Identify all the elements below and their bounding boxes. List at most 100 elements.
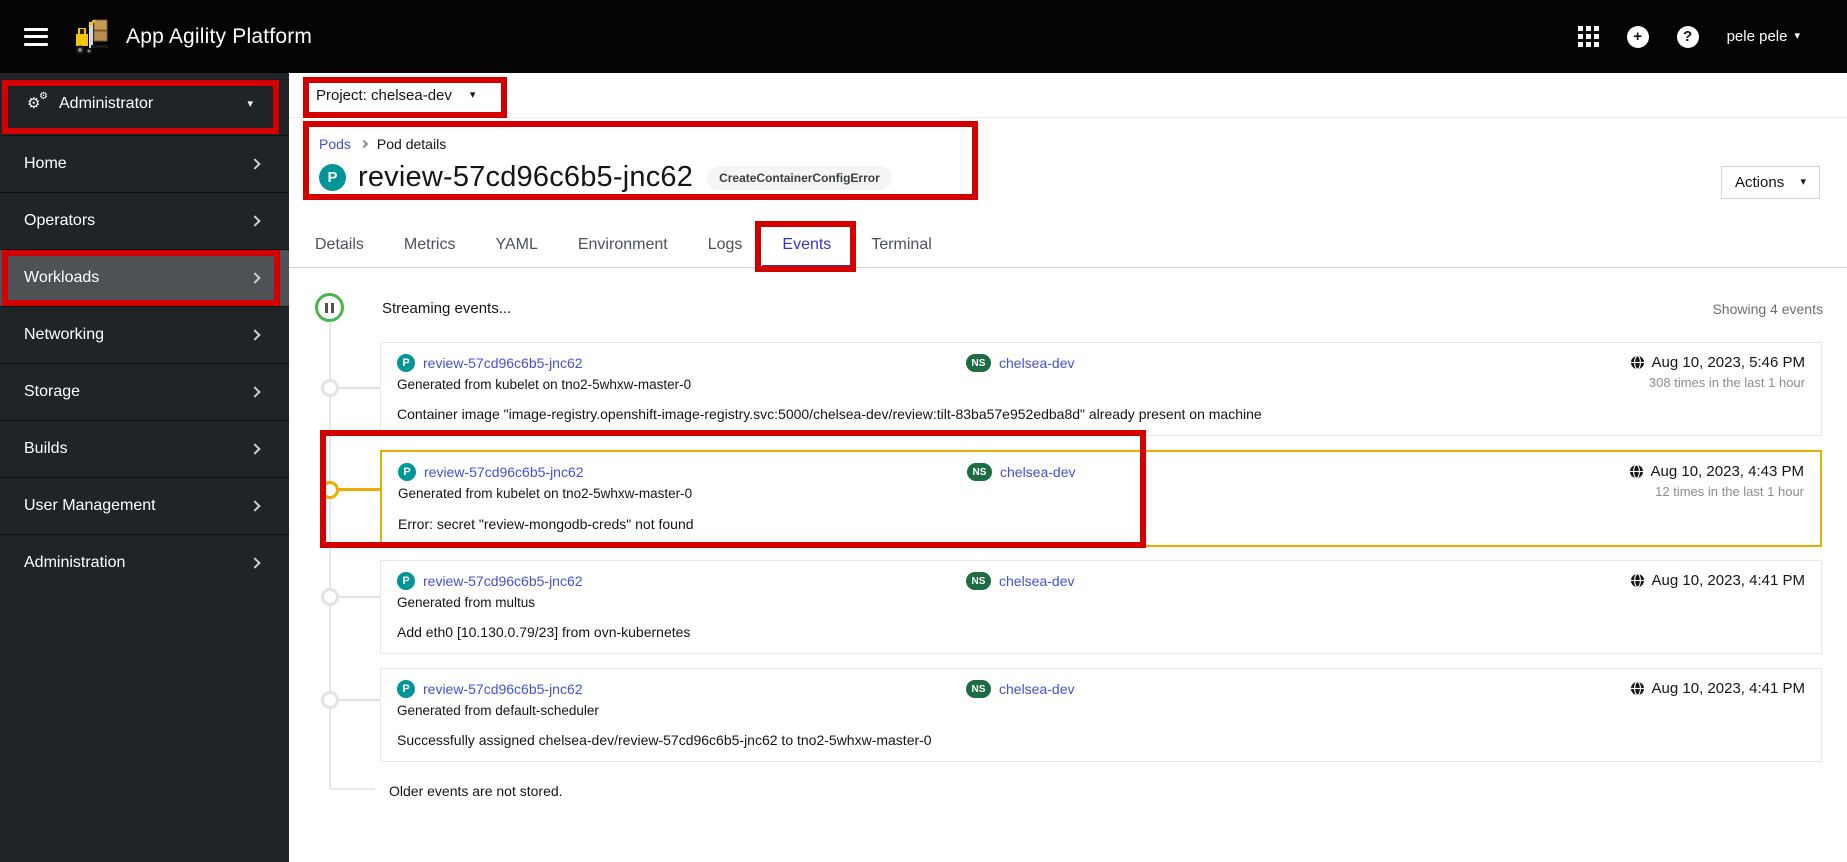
chevron-right-icon — [249, 557, 261, 569]
user-menu[interactable]: pele pele ▾ — [1727, 28, 1800, 45]
event-source: Generated from default-scheduler — [397, 703, 599, 718]
event-source: Generated from multus — [397, 595, 536, 610]
sidebar-item-label: Workloads — [24, 269, 100, 286]
app-window: App Agility Platform + ? pele pele ▾ ⚙ ⚙ … — [0, 0, 1847, 862]
caret-down-icon: ▾ — [247, 97, 253, 110]
event-row: P review-57cd96c6b5-jnc62 Generated from… — [380, 342, 1822, 436]
sidebar-item-home[interactable]: Home — [0, 135, 289, 192]
sidebar-item-builds[interactable]: Builds — [0, 420, 289, 477]
sidebar-item-user-management[interactable]: User Management — [0, 477, 289, 534]
event-timestamp: Aug 10, 2023, 4:41 PM — [1651, 572, 1805, 589]
perspective-label: Administrator — [59, 95, 154, 112]
event-pod-link[interactable]: review-57cd96c6b5-jnc62 — [423, 681, 583, 697]
event-pod-link[interactable]: review-57cd96c6b5-jnc62 — [423, 355, 583, 371]
main-content: Project: chelsea-dev ▾ Pods Pod details … — [289, 73, 1847, 862]
tab-environment[interactable]: Environment — [558, 223, 688, 267]
tab-label: Events — [782, 236, 832, 253]
nav-toggle-icon[interactable] — [24, 27, 48, 46]
actions-button[interactable]: Actions ▾ — [1721, 166, 1820, 199]
masthead: App Agility Platform + ? pele pele ▾ — [0, 0, 1847, 73]
tab-label: Logs — [707, 236, 743, 253]
event-namespace-link[interactable]: chelsea-dev — [999, 355, 1075, 371]
forklift-logo-icon — [74, 18, 114, 56]
tab-terminal[interactable]: Terminal — [851, 223, 951, 267]
pod-resource-icon: P — [319, 164, 346, 191]
chevron-right-icon — [249, 386, 261, 398]
tab-events[interactable]: Events — [762, 223, 852, 268]
app-launcher-icon[interactable] — [1577, 26, 1599, 47]
breadcrumb-pods-link[interactable]: Pods — [319, 136, 351, 152]
event-count: 12 times in the last 1 hour — [1655, 484, 1804, 499]
sidebar-item-label: Networking — [24, 326, 105, 343]
add-icon[interactable]: + — [1626, 25, 1649, 48]
sidebar-item-label: Operators — [24, 212, 96, 229]
timeline-dot — [321, 379, 339, 397]
project-selector[interactable]: Project: chelsea-dev ▾ — [289, 73, 1847, 118]
event-pod-link[interactable]: review-57cd96c6b5-jnc62 — [424, 464, 584, 480]
caret-down-icon: ▾ — [1794, 30, 1800, 42]
sidebar-item-label: Administration — [24, 554, 126, 571]
event-pod-link[interactable]: review-57cd96c6b5-jnc62 — [423, 573, 583, 589]
event-namespace-link[interactable]: chelsea-dev — [999, 573, 1075, 589]
pause-events-button[interactable] — [315, 293, 344, 322]
tab-yaml[interactable]: YAML — [475, 223, 557, 267]
namespace-icon: NS — [967, 463, 992, 481]
timeline-dot-warning — [321, 481, 339, 499]
globe-icon — [1630, 355, 1644, 370]
pod-resource-icon: P — [397, 572, 415, 590]
tab-metrics[interactable]: Metrics — [384, 223, 476, 267]
page-title: review-57cd96c6b5-jnc62 — [358, 161, 694, 193]
sidebar-item-storage[interactable]: Storage — [0, 363, 289, 420]
breadcrumb-current: Pod details — [376, 136, 447, 152]
breadcrumb: Pods Pod details — [319, 136, 446, 152]
event-message: Successfully assigned chelsea-dev/review… — [397, 732, 932, 748]
sidebar-item-administration[interactable]: Administration — [0, 534, 289, 591]
event-count: 308 times in the last 1 hour — [1648, 375, 1805, 390]
events-count: Showing 4 events — [1712, 301, 1823, 317]
event-namespace-link[interactable]: chelsea-dev — [999, 681, 1075, 697]
event-namespace-link[interactable]: chelsea-dev — [1000, 464, 1076, 480]
timeline-dot — [321, 588, 339, 606]
tab-label: YAML — [495, 236, 538, 253]
app-title: App Agility Platform — [126, 24, 313, 48]
globe-icon — [1629, 464, 1643, 479]
help-icon[interactable]: ? — [1676, 25, 1699, 48]
sidebar-item-label: Storage — [24, 383, 81, 400]
status-badge: CreateContainerConfigError — [707, 165, 892, 190]
event-row: P review-57cd96c6b5-jnc62 Generated from… — [380, 450, 1822, 547]
tab-logs[interactable]: Logs — [688, 223, 763, 267]
older-events-note: Older events are not stored. — [389, 783, 563, 799]
tab-label: Details — [315, 236, 364, 253]
namespace-icon: NS — [966, 680, 991, 698]
actions-label: Actions — [1735, 174, 1785, 191]
cogs-icon: ⚙ ⚙ — [27, 91, 48, 112]
sidebar-item-operators[interactable]: Operators — [0, 192, 289, 249]
sidebar: ⚙ ⚙ Administrator ▾ Home Operators Worklo… — [0, 73, 289, 862]
tab-label: Metrics — [403, 236, 456, 253]
chevron-right-icon — [249, 443, 261, 455]
event-message: Container image "image-registry.openshif… — [397, 406, 1262, 422]
event-timestamp: Aug 10, 2023, 5:46 PM — [1651, 354, 1805, 371]
chevron-right-icon — [249, 158, 261, 170]
chevron-right-icon — [249, 272, 261, 284]
sidebar-item-workloads[interactable]: Workloads — [0, 249, 289, 306]
page-title-row: P review-57cd96c6b5-jnc62 CreateContaine… — [319, 161, 892, 194]
caret-down-icon: ▾ — [1800, 176, 1806, 188]
event-timestamp: Aug 10, 2023, 4:41 PM — [1651, 680, 1805, 697]
perspective-switcher[interactable]: ⚙ ⚙ Administrator ▾ — [0, 73, 289, 135]
event-row: P review-57cd96c6b5-jnc62 Generated from… — [380, 668, 1822, 762]
chevron-right-icon — [249, 329, 261, 341]
sidebar-item-networking[interactable]: Networking — [0, 306, 289, 363]
sidebar-item-label: Builds — [24, 440, 68, 457]
timeline-elbow — [329, 788, 375, 790]
tab-details[interactable]: Details — [295, 223, 384, 267]
event-row: P review-57cd96c6b5-jnc62 Generated from… — [380, 560, 1822, 654]
globe-icon — [1630, 681, 1644, 696]
globe-icon — [1630, 573, 1644, 588]
event-source: Generated from kubelet on tno2-5whxw-mas… — [397, 377, 692, 392]
project-selector-label: Project: chelsea-dev — [316, 86, 452, 104]
namespace-icon: NS — [966, 354, 991, 372]
user-name: pele pele — [1726, 28, 1788, 45]
tab-label: Terminal — [871, 236, 932, 253]
timeline-dot — [321, 691, 339, 709]
